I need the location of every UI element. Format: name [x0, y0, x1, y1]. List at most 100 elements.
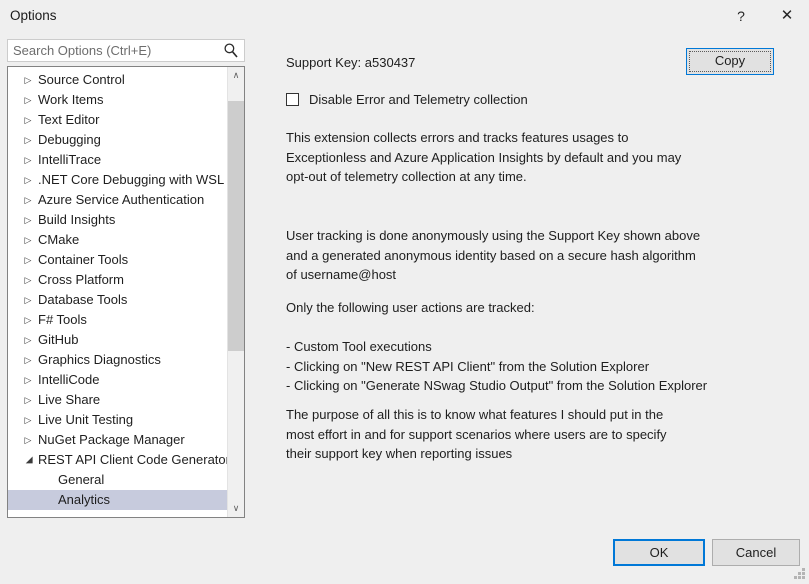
chevron-right-icon[interactable] — [22, 150, 34, 170]
chevron-right-icon[interactable] — [22, 430, 34, 450]
chevron-right-icon[interactable] — [22, 210, 34, 230]
tree-item[interactable]: F# Tools — [8, 310, 228, 330]
tree-item-label: Live Unit Testing — [38, 412, 134, 427]
telemetry-description-paragraph: This extension collects errors and track… — [286, 130, 682, 184]
search-input[interactable] — [13, 43, 213, 58]
chevron-right-icon[interactable] — [22, 70, 34, 90]
support-key-label: Support Key: a530437 — [286, 55, 416, 70]
question-mark-icon: ? — [737, 7, 745, 24]
chevron-right-icon[interactable] — [22, 370, 34, 390]
ok-button[interactable]: OK — [613, 539, 705, 566]
tree-item[interactable]: REST API Client Code Generator — [8, 450, 230, 470]
tree-item-label: Database Tools — [38, 292, 128, 307]
disable-telemetry-row[interactable]: Disable Error and Telemetry collection — [286, 90, 528, 108]
tree-item-label: Cross Platform — [38, 272, 124, 287]
tree-item[interactable]: CMake — [8, 230, 228, 250]
tracked-actions-list: - Custom Tool executions - Clicking on "… — [286, 339, 708, 393]
grip-dot — [802, 576, 805, 579]
tree-item[interactable]: Build Insights — [8, 210, 228, 230]
cancel-button[interactable]: Cancel — [712, 539, 800, 566]
tree-item-label: IntelliCode — [38, 372, 100, 387]
tree-item-label: Work Items — [38, 92, 104, 107]
tree-item-label: Build Insights — [38, 212, 116, 227]
purpose-paragraph: The purpose of all this is to know what … — [286, 407, 667, 461]
tree-item-label: IntelliTrace — [38, 152, 102, 167]
chevron-right-icon[interactable] — [22, 170, 34, 190]
tree-item[interactable]: Graphics Diagnostics — [8, 350, 228, 370]
tree-item-label: F# Tools — [38, 312, 87, 327]
grip-dot — [802, 572, 805, 575]
disable-telemetry-label: Disable Error and Telemetry collection — [309, 91, 528, 107]
search-box[interactable] — [7, 39, 245, 62]
chevron-right-icon[interactable] — [22, 110, 34, 130]
chevron-right-icon[interactable] — [22, 410, 34, 430]
chevron-right-icon[interactable] — [22, 190, 34, 210]
tree-item-label: CMake — [38, 232, 80, 247]
grip-dot — [802, 568, 805, 571]
tree-item-label: REST API Client Code Generator — [38, 452, 230, 467]
scrollbar-thumb[interactable] — [228, 101, 244, 351]
scroll-down-arrow-icon[interactable]: ∨ — [228, 500, 244, 517]
tree-item[interactable]: Live Share — [8, 390, 228, 410]
scroll-up-arrow-icon[interactable]: ∧ — [228, 67, 244, 84]
tree-item[interactable]: GitHub — [8, 330, 228, 350]
title-bar: Options ? ✕ — [0, 0, 809, 32]
tree-item-label: General — [58, 472, 105, 487]
tree-item[interactable]: NuGet Package Manager — [8, 430, 228, 450]
tree-item[interactable]: Database Tools — [8, 290, 228, 310]
tree-item-label: Azure Service Authentication — [38, 192, 205, 207]
tree-item[interactable]: Azure Service Authentication — [8, 190, 228, 210]
chevron-right-icon[interactable] — [22, 270, 34, 290]
tree-item[interactable]: Debugging — [8, 130, 228, 150]
chevron-right-icon[interactable] — [22, 130, 34, 150]
chevron-down-icon[interactable] — [22, 450, 34, 470]
tree-item-label: Text Editor — [38, 112, 100, 127]
close-button[interactable]: ✕ — [764, 0, 809, 31]
chevron-right-icon[interactable] — [22, 310, 34, 330]
chevron-right-icon[interactable] — [22, 250, 34, 270]
close-icon: ✕ — [780, 7, 794, 24]
tree-item-label: GitHub — [38, 332, 79, 347]
tree-item[interactable]: Analytics — [8, 490, 228, 510]
tree-item-label: Container Tools — [38, 252, 129, 267]
chevron-right-icon[interactable] — [22, 290, 34, 310]
grip-dot — [798, 572, 801, 575]
tree-item[interactable]: IntelliCode — [8, 370, 228, 390]
tree-item[interactable]: Text Editor — [8, 110, 228, 130]
tree-item[interactable]: IntelliTrace — [8, 150, 228, 170]
tree-item[interactable]: General — [8, 470, 228, 490]
chevron-right-icon[interactable] — [22, 90, 34, 110]
tree-item[interactable]: Cross Platform — [8, 270, 228, 290]
tree-item[interactable]: Source Control — [8, 70, 228, 90]
tree-item[interactable]: .NET Core Debugging with WSL — [8, 170, 228, 190]
copy-button[interactable]: Copy — [686, 48, 774, 75]
tree-item[interactable]: Work Items — [8, 90, 228, 110]
tree-item-label: Live Share — [38, 392, 101, 407]
copy-button-label: Copy — [714, 53, 746, 68]
tree-item-label: NuGet Package Manager — [38, 432, 185, 447]
tree-item-label: Source Control — [38, 72, 125, 87]
grip-dot — [794, 576, 797, 579]
chevron-right-icon[interactable] — [22, 390, 34, 410]
user-tracking-paragraph: User tracking is done anonymously using … — [286, 228, 701, 282]
tree-item[interactable]: Live Unit Testing — [8, 410, 228, 430]
tree-item[interactable]: Container Tools — [8, 250, 228, 270]
tree-item-label: Graphics Diagnostics — [38, 352, 161, 367]
chevron-right-icon[interactable] — [22, 230, 34, 250]
tracked-actions-heading: Only the following user actions are trac… — [286, 300, 535, 315]
tree-item-label: .NET Core Debugging with WSL — [38, 172, 225, 187]
search-icon — [223, 42, 239, 59]
tree-item-label: Debugging — [38, 132, 101, 147]
options-tree-list: Source Control Work Items Text Editor Debug… — [8, 67, 230, 510]
disable-telemetry-checkbox[interactable] — [286, 92, 299, 106]
tree-scrollbar[interactable]: ∧ ∨ — [227, 67, 244, 517]
tree-item-label: Analytics — [58, 492, 111, 507]
analytics-options-pane: Support Key: a530437 Copy Disable Error … — [262, 40, 802, 510]
chevron-right-icon[interactable] — [22, 350, 34, 370]
chevron-right-icon[interactable] — [22, 330, 34, 350]
grip-dot — [798, 576, 801, 579]
window-title: Options — [10, 8, 57, 23]
options-tree[interactable]: Source Control Work Items Text Editor Debug… — [7, 66, 245, 518]
resize-grip[interactable] — [793, 568, 806, 581]
help-button[interactable]: ? — [718, 0, 764, 31]
